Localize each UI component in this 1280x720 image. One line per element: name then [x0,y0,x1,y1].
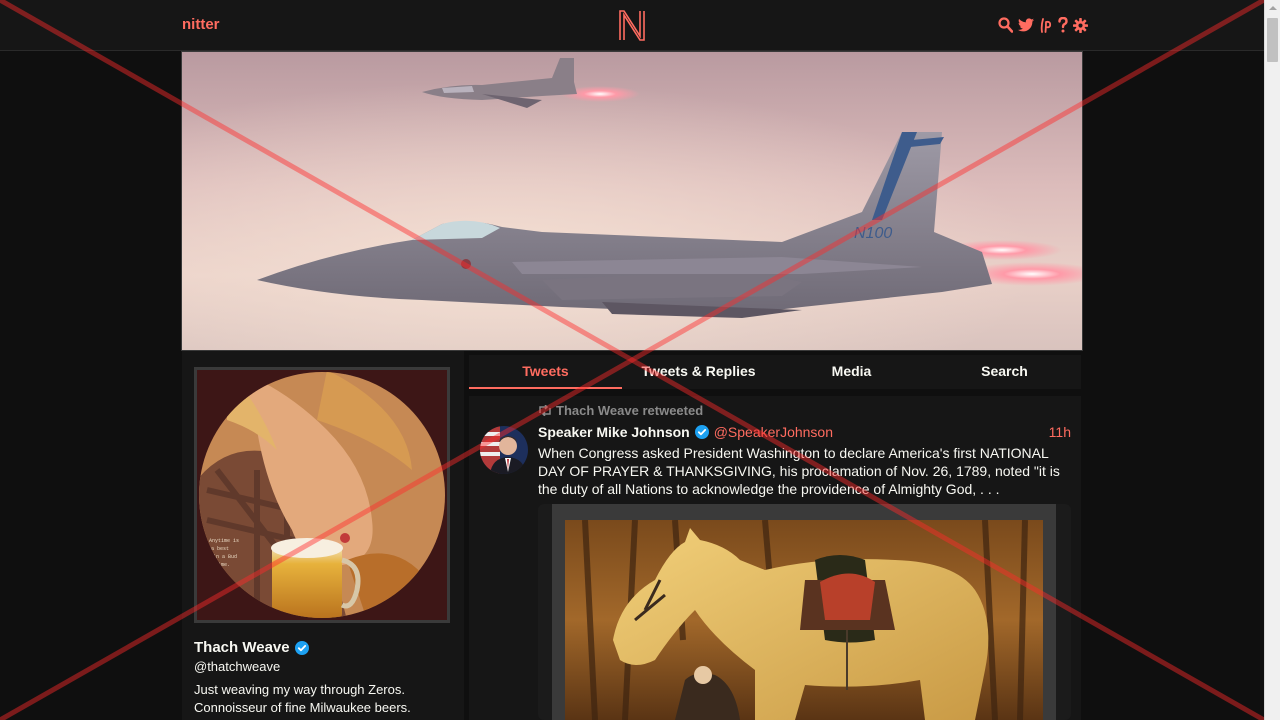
attachment-frame [552,504,1056,720]
svg-text:Anytime is: Anytime is [209,538,239,544]
tab-search[interactable]: Search [928,355,1081,389]
avatar-image: Anytime is a best 'n a Bud time. [197,370,447,620]
timeline: Thach Weave retweeted Speaker Mike Johns… [469,396,1081,720]
tab-media[interactable]: Media [775,355,928,389]
navbar: nitter [0,0,1264,51]
verified-icon [694,425,709,439]
page-scrollbar[interactable] [1264,0,1280,720]
retweet-header-text: Thach Weave retweeted [556,403,704,418]
tweet-avatar[interactable] [480,426,528,474]
washington-prayer-painting [565,520,1043,720]
retweet-header: Thach Weave retweeted [538,403,703,418]
settings-icon[interactable] [1073,17,1088,33]
profile-banner[interactable]: N100 [181,51,1083,351]
scroll-up-arrow-icon[interactable] [1265,0,1280,16]
attachment-image[interactable] [565,520,1043,720]
tweet-author-username[interactable]: @SpeakerJohnson [714,424,833,440]
tweet-date[interactable]: 11h [1049,424,1071,440]
tab-tweets-replies[interactable]: Tweets & Replies [622,355,775,389]
search-icon[interactable] [998,17,1013,33]
nav-icons [998,16,1088,34]
rss-icon[interactable] [1039,17,1053,33]
help-icon[interactable] [1058,17,1068,33]
profile-username[interactable]: @thatchweave [194,659,280,674]
twitter-bird-icon[interactable] [1018,18,1034,32]
svg-text:N100: N100 [854,225,892,242]
brand-link[interactable]: nitter [182,16,220,33]
profile-name-row: Thach Weave [194,639,309,656]
retweet-icon [539,405,551,416]
profile-card: Anytime is a best 'n a Bud time. Thach W… [182,351,464,720]
tab-tweets[interactable]: Tweets [469,355,622,389]
tweet-header: Speaker Mike Johnson @SpeakerJohnson 11h [538,423,1071,441]
timeline-tabs: Tweets Tweets & Replies Media Search [469,355,1081,389]
tweet-attachment[interactable] [538,504,1071,720]
profile-avatar[interactable]: Anytime is a best 'n a Bud time. [194,367,450,623]
tweet-author-name[interactable]: Speaker Mike Johnson [538,424,690,440]
tweet-avatar-image [480,426,528,474]
svg-text:a best: a best [211,546,229,552]
scroll-thumb[interactable] [1267,18,1278,62]
banner-image: N100 [182,52,1082,350]
tweet-text: When Congress asked President Washington… [538,445,1060,497]
nitter-logo-icon[interactable] [617,8,647,42]
profile-bio: Just weaving my way through Zeros. Conno… [194,682,411,715]
verified-icon [294,640,309,655]
profile-fullname[interactable]: Thach Weave [194,639,290,656]
